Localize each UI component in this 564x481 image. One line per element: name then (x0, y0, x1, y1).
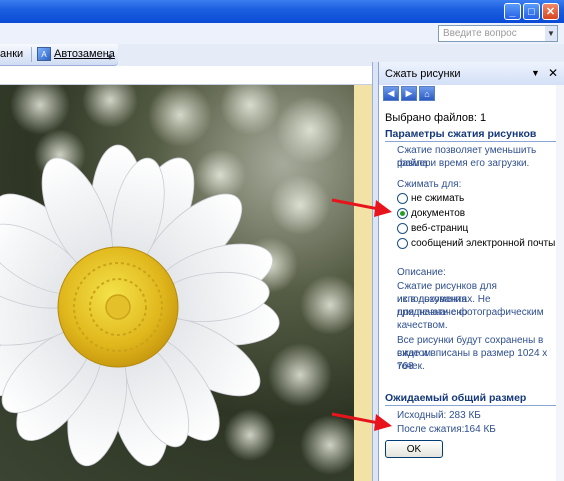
description-line: для печати с фотографическим (397, 307, 544, 318)
forward-icon[interactable]: ▶ (401, 86, 417, 101)
radio-documents[interactable]: документов (397, 208, 465, 219)
toolbar-truncated-label[interactable]: анки (0, 48, 23, 60)
radio-label: документов (411, 208, 466, 219)
pane-close-icon[interactable]: ✕ (548, 66, 558, 80)
pane-navigation: ◀ ▶ ⌂ (383, 86, 435, 102)
toolbar-separator (31, 47, 32, 62)
after-compression-value: 164 КБ (464, 424, 496, 435)
back-icon[interactable]: ◀ (383, 86, 399, 101)
radio-label: веб-страниц (411, 223, 469, 234)
pane-header: Сжать рисунки ▼ ✕ (379, 62, 564, 85)
pane-menu-dropdown-icon[interactable]: ▼ (531, 68, 540, 78)
radio-no-compression[interactable]: не сжимать (397, 193, 464, 204)
document-top-strip (0, 66, 372, 85)
ok-button[interactable]: OK (385, 440, 443, 458)
compression-description-line: файла и время его загрузки. (397, 158, 530, 169)
close-window-button[interactable]: ✕ (542, 3, 559, 20)
autocorrect-icon[interactable]: A (37, 47, 51, 61)
compress-for-label: Сжимать для: (397, 179, 462, 190)
description-line: качеством. (397, 320, 448, 331)
radio-label: сообщений электронной почты (411, 238, 556, 249)
expected-size-heading: Ожидаемый общий размер (385, 392, 557, 406)
original-size-value: 283 КБ (449, 410, 481, 421)
radio-email[interactable]: сообщений электронной почты (397, 238, 555, 249)
ask-dropdown-icon[interactable]: ▼ (545, 26, 557, 41)
radio-button[interactable] (397, 193, 408, 204)
toolbar: анки A Автозамена ▼ (0, 44, 118, 66)
compression-options-heading: Параметры сжатия рисунков (385, 128, 557, 142)
daisy-illustration (0, 85, 354, 475)
home-icon[interactable]: ⌂ (419, 86, 435, 101)
radio-button-selected[interactable] (397, 208, 408, 219)
compress-pictures-pane: Сжать рисунки ▼ ✕ ◀ ▶ ⌂ Выбрано файлов: … (378, 62, 564, 481)
maximize-button[interactable]: □ (523, 3, 540, 20)
annotation-arrow-icon (331, 412, 392, 431)
radio-button[interactable] (397, 238, 408, 249)
radio-label: не сжимать (411, 193, 465, 204)
ask-question-input[interactable]: Введите вопрос ▼ (438, 25, 558, 42)
pane-title: Сжать рисунки (385, 68, 461, 80)
after-compression-label: После сжатия: (397, 424, 465, 435)
toolbar-options-icon[interactable]: ▼ (106, 53, 114, 62)
original-size-label: Исходный: (397, 410, 447, 421)
radio-button[interactable] (397, 223, 408, 234)
description-label: Описание: (397, 267, 446, 278)
radio-web-pages[interactable]: веб-страниц (397, 223, 468, 234)
daisy-photo[interactable] (0, 85, 354, 481)
description-line: точек. (397, 361, 425, 372)
annotation-arrow-icon (331, 198, 392, 217)
selected-files-count: Выбрано файлов: 1 (385, 112, 487, 124)
title-bar: _ □ ✕ (0, 0, 564, 23)
ask-question-placeholder: Введите вопрос (443, 28, 517, 39)
minimize-button[interactable]: _ (504, 3, 521, 20)
pane-scroll-track (556, 85, 564, 481)
